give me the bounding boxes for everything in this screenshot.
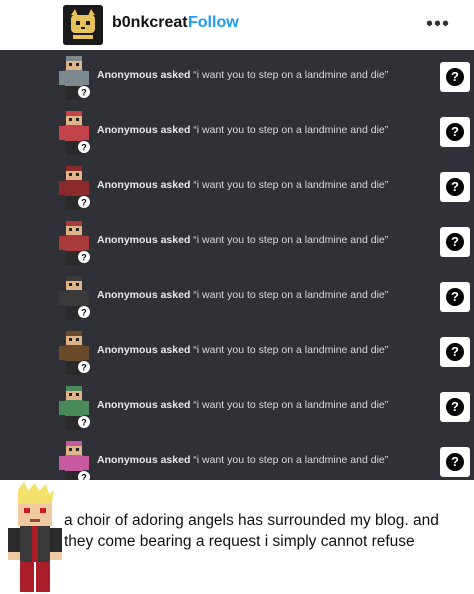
asker-avatar-icon: ? [59,111,90,155]
asker-avatar-icon: ? [59,166,90,210]
asker-avatar-icon: ? [59,221,90,265]
question-mark-icon: ? [446,233,464,251]
asker-name: Anonymous asked [97,344,191,356]
asker-avatar-icon: ? [59,56,90,100]
svg-text:?: ? [81,198,87,208]
caption-area: a choir of adoring angels has surrounded… [0,480,474,594]
ask-question: “i want you to step on a landmine and di… [193,399,389,411]
asker-name: Anonymous asked [97,289,191,301]
ask-row: ? Anonymous asked “i want you to step on … [0,325,474,380]
ask-text: Anonymous asked “i want you to step on a… [97,344,388,356]
blog-avatar[interactable] [63,5,103,45]
question-mark-icon: ? [446,123,464,141]
asker-name: Anonymous asked [97,124,191,136]
ask-text: Anonymous asked “i want you to step on a… [97,69,388,81]
ask-question: “i want you to step on a landmine and di… [193,344,389,356]
post-caption: a choir of adoring angels has surrounded… [64,512,439,550]
asker-name: Anonymous asked [97,69,191,81]
cat-logo-icon [63,5,103,45]
ask-row: ? Anonymous asked “i want you to step on … [0,380,474,435]
blonde-character-icon [8,482,62,592]
asker-avatar-icon: ? [59,386,90,430]
answer-button[interactable]: ? [440,392,470,422]
blog-username[interactable]: b0nkcreat [112,14,188,32]
ask-text: Anonymous asked “i want you to step on a… [97,234,388,246]
ask-question: “i want you to step on a landmine and di… [193,454,389,466]
answer-button[interactable]: ? [440,337,470,367]
answer-button[interactable]: ? [440,282,470,312]
asks-screenshot: ? Anonymous asked “i want you to step on … [0,50,474,485]
ask-row: ? Anonymous asked “i want you to step on … [0,160,474,215]
ask-row: ? Anonymous asked “i want you to step on … [0,215,474,270]
question-mark-icon: ? [446,343,464,361]
answer-button[interactable]: ? [440,117,470,147]
svg-text:?: ? [81,418,87,428]
post-header: b0nkcreat Follow ••• [0,0,474,50]
svg-text:?: ? [81,253,87,263]
asker-name: Anonymous asked [97,454,191,466]
ask-text: Anonymous asked “i want you to step on a… [97,399,388,411]
asker-name: Anonymous asked [97,179,191,191]
ask-row: ? Anonymous asked “i want you to step on … [0,105,474,160]
answer-button[interactable]: ? [440,62,470,92]
question-mark-icon: ? [446,178,464,196]
ask-text: Anonymous asked “i want you to step on a… [97,454,388,466]
asker-avatar-icon: ? [59,331,90,375]
more-horizontal-icon[interactable]: ••• [426,13,450,36]
ask-text: Anonymous asked “i want you to step on a… [97,179,388,191]
ask-text: Anonymous asked “i want you to step on a… [97,124,388,136]
ask-row: ? Anonymous asked “i want you to step on … [0,270,474,325]
ask-question: “i want you to step on a landmine and di… [193,289,389,301]
question-mark-icon: ? [446,68,464,86]
asker-avatar-icon: ? [59,276,90,320]
ask-question: “i want you to step on a landmine and di… [193,69,389,81]
svg-text:?: ? [81,308,87,318]
asker-name: Anonymous asked [97,234,191,246]
asker-name: Anonymous asked [97,399,191,411]
ask-row: ? Anonymous asked “i want you to step on … [0,50,474,105]
ask-text: Anonymous asked “i want you to step on a… [97,289,388,301]
question-mark-icon: ? [446,398,464,416]
question-mark-icon: ? [446,453,464,471]
answer-button[interactable]: ? [440,227,470,257]
ask-question: “i want you to step on a landmine and di… [193,234,389,246]
svg-text:?: ? [81,363,87,373]
svg-text:?: ? [81,88,87,98]
answer-button[interactable]: ? [440,172,470,202]
svg-text:?: ? [81,143,87,153]
answer-button[interactable]: ? [440,447,470,477]
ask-question: “i want you to step on a landmine and di… [193,124,389,136]
follow-button[interactable]: Follow [188,14,239,32]
question-mark-icon: ? [446,288,464,306]
ask-question: “i want you to step on a landmine and di… [193,179,389,191]
